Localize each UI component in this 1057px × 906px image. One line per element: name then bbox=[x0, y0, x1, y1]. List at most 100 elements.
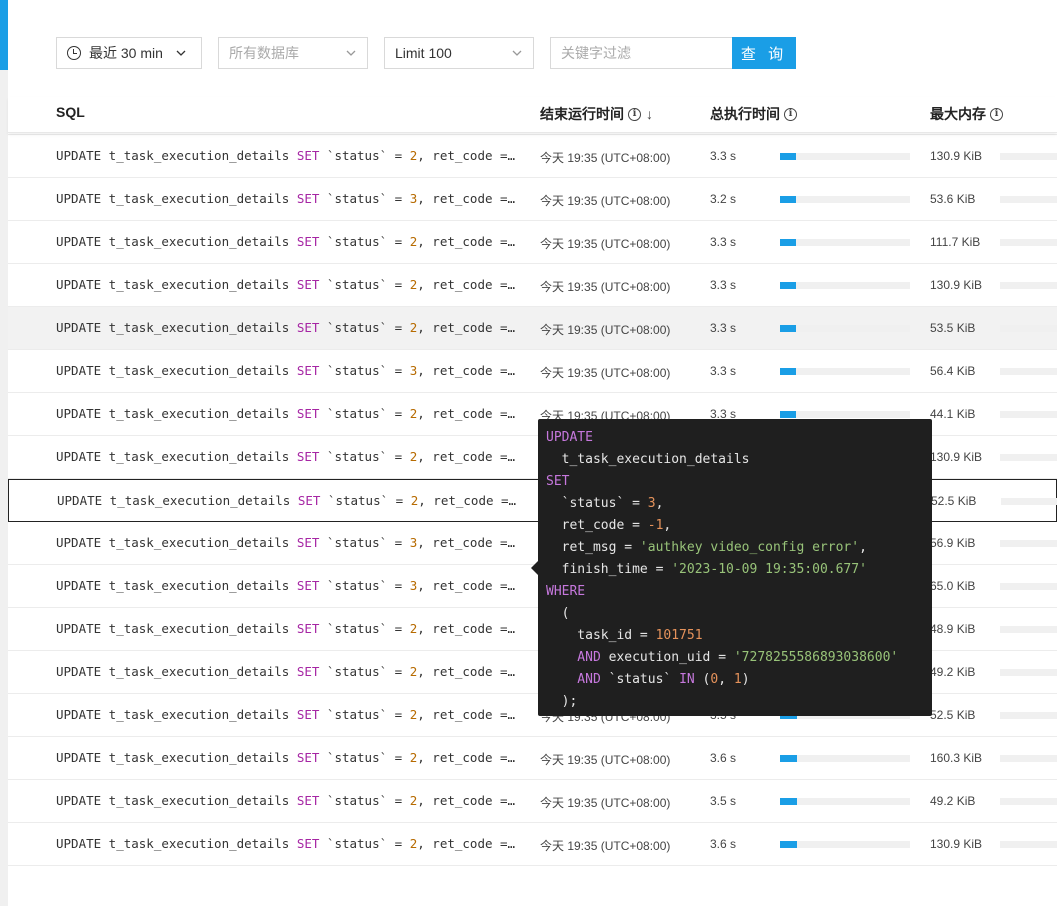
sql-text[interactable]: UPDATE t_task_execution_details SET `sta… bbox=[56, 449, 515, 464]
sql-suffix: , ret_code =… bbox=[417, 406, 516, 421]
sql-mid: `status` = bbox=[320, 493, 411, 508]
sort-descending-icon[interactable]: ↓ bbox=[646, 106, 653, 122]
sql-prefix: UPDATE t_task_execution_details bbox=[56, 793, 297, 808]
duration-bar bbox=[780, 755, 910, 762]
memory-bar bbox=[1000, 583, 1057, 590]
code-token: IN bbox=[679, 672, 695, 687]
search-button[interactable]: 查 询 bbox=[732, 37, 796, 69]
sql-text[interactable]: UPDATE t_task_execution_details SET `sta… bbox=[56, 191, 515, 206]
duration-cell: 3.6 s bbox=[710, 751, 737, 765]
sql-mid: `status` = bbox=[319, 449, 410, 464]
tooltip-code-line: AND execution_uid = '7278255586893038600… bbox=[546, 647, 932, 669]
sql-prefix: UPDATE t_task_execution_details bbox=[57, 493, 298, 508]
sql-mid: `status` = bbox=[319, 836, 410, 851]
duration-cell: 3.3 s bbox=[710, 278, 737, 292]
memory-bar bbox=[1000, 325, 1057, 332]
duration-bar bbox=[780, 239, 910, 246]
database-placeholder: 所有数据库 bbox=[229, 45, 299, 61]
table-row[interactable]: UPDATE t_task_execution_details SET `sta… bbox=[8, 221, 1057, 264]
sql-prefix: UPDATE t_task_execution_details bbox=[56, 406, 297, 421]
sql-mid: `status` = bbox=[319, 621, 410, 636]
duration-cell: 3.5 s bbox=[710, 794, 737, 808]
code-token: ); bbox=[546, 694, 578, 709]
memory-cell: 130.9 KiB bbox=[930, 149, 983, 163]
code-token: task_id = bbox=[546, 628, 656, 643]
table-row[interactable]: UPDATE t_task_execution_details SET `sta… bbox=[8, 264, 1057, 307]
memory-bar bbox=[1000, 712, 1057, 719]
sql-prefix: UPDATE t_task_execution_details bbox=[56, 363, 297, 378]
sql-suffix: , ret_code =… bbox=[417, 836, 516, 851]
code-token: ret_msg = bbox=[546, 540, 640, 555]
duration-cell: 3.3 s bbox=[710, 321, 737, 335]
tooltip-code-line: ( bbox=[546, 603, 932, 625]
memory-cell: 52.5 KiB bbox=[930, 708, 976, 722]
database-select[interactable]: 所有数据库 bbox=[218, 37, 368, 69]
code-token: WHERE bbox=[546, 584, 586, 599]
duration-bar-fill bbox=[780, 411, 796, 418]
sql-prefix: UPDATE t_task_execution_details bbox=[56, 449, 297, 464]
memory-bar bbox=[1000, 282, 1057, 289]
table-row[interactable]: UPDATE t_task_execution_details SET `sta… bbox=[8, 780, 1057, 823]
info-icon[interactable]: i bbox=[990, 107, 1003, 121]
duration-cell: 3.3 s bbox=[710, 364, 737, 378]
tooltip-code-line: UPDATE bbox=[546, 427, 932, 449]
memory-bar bbox=[1000, 540, 1057, 547]
sql-prefix: UPDATE t_task_execution_details bbox=[56, 320, 297, 335]
sql-text[interactable]: UPDATE t_task_execution_details SET `sta… bbox=[56, 836, 515, 851]
duration-bar bbox=[780, 841, 910, 848]
limit-select[interactable]: Limit 100 bbox=[384, 37, 534, 69]
sql-text[interactable]: UPDATE t_task_execution_details SET `sta… bbox=[56, 750, 515, 765]
table-row[interactable]: UPDATE t_task_execution_details SET `sta… bbox=[8, 135, 1057, 178]
tooltip-code-line: ret_msg = 'authkey video_config error', bbox=[546, 537, 932, 559]
memory-cell: 53.6 KiB bbox=[930, 192, 976, 206]
sql-suffix: , ret_code =… bbox=[417, 320, 516, 335]
sql-prefix: UPDATE t_task_execution_details bbox=[56, 277, 297, 292]
code-token: ( bbox=[694, 672, 711, 687]
sql-text[interactable]: UPDATE t_task_execution_details SET `sta… bbox=[56, 277, 515, 292]
code-token: AND bbox=[546, 650, 601, 665]
time-range-select[interactable]: 最近 30 min bbox=[56, 37, 202, 69]
info-icon[interactable]: i bbox=[784, 107, 797, 121]
sql-text[interactable]: UPDATE t_task_execution_details SET `sta… bbox=[56, 793, 515, 808]
column-header-label: 总执行时间 bbox=[710, 106, 780, 122]
sql-text[interactable]: UPDATE t_task_execution_details SET `sta… bbox=[56, 707, 515, 722]
sidebar-active-indicator bbox=[0, 0, 8, 70]
table-row[interactable]: UPDATE t_task_execution_details SET `sta… bbox=[8, 307, 1057, 350]
sql-text[interactable]: UPDATE t_task_execution_details SET `sta… bbox=[56, 234, 515, 249]
sql-text[interactable]: UPDATE t_task_execution_details SET `sta… bbox=[57, 493, 516, 508]
sql-text[interactable]: UPDATE t_task_execution_details SET `sta… bbox=[56, 535, 515, 550]
duration-bar bbox=[780, 368, 910, 375]
sql-prefix: UPDATE t_task_execution_details bbox=[56, 578, 297, 593]
memory-bar bbox=[1000, 196, 1057, 203]
table-row[interactable]: UPDATE t_task_execution_details SET `sta… bbox=[8, 350, 1057, 393]
sql-text[interactable]: UPDATE t_task_execution_details SET `sta… bbox=[56, 148, 515, 163]
memory-bar bbox=[1000, 153, 1057, 160]
sql-suffix: , ret_code =… bbox=[417, 449, 516, 464]
column-header-total-time[interactable]: 总执行时间 i bbox=[710, 104, 797, 124]
memory-cell: 49.2 KiB bbox=[930, 794, 976, 808]
table-row[interactable]: UPDATE t_task_execution_details SET `sta… bbox=[8, 823, 1057, 866]
sql-text[interactable]: UPDATE t_task_execution_details SET `sta… bbox=[56, 320, 515, 335]
sql-text[interactable]: UPDATE t_task_execution_details SET `sta… bbox=[56, 363, 515, 378]
sql-text[interactable]: UPDATE t_task_execution_details SET `sta… bbox=[56, 406, 515, 421]
sql-text[interactable]: UPDATE t_task_execution_details SET `sta… bbox=[56, 664, 515, 679]
code-token: 101751 bbox=[655, 628, 703, 643]
code-token: ( bbox=[546, 606, 570, 621]
table-row[interactable]: UPDATE t_task_execution_details SET `sta… bbox=[8, 178, 1057, 221]
duration-cell: 3.6 s bbox=[710, 837, 737, 851]
sql-mid: `status` = bbox=[319, 191, 410, 206]
end-time-cell: 今天 19:35 (UTC+08:00) bbox=[540, 753, 671, 767]
column-header-max-memory[interactable]: 最大内存 i bbox=[930, 104, 1003, 124]
sql-mid: `status` = bbox=[319, 320, 410, 335]
memory-bar bbox=[1000, 239, 1057, 246]
keyword-filter-input[interactable]: 关键字过滤 bbox=[550, 37, 734, 69]
column-header-end-time[interactable]: 结束运行时间 i ↓ bbox=[540, 104, 653, 124]
code-token: ) bbox=[741, 672, 750, 687]
end-time-cell: 今天 19:35 (UTC+08:00) bbox=[540, 280, 671, 294]
sql-text[interactable]: UPDATE t_task_execution_details SET `sta… bbox=[56, 621, 515, 636]
table-row[interactable]: UPDATE t_task_execution_details SET `sta… bbox=[8, 737, 1057, 780]
duration-bar-fill bbox=[780, 282, 796, 289]
info-icon[interactable]: i bbox=[628, 107, 641, 121]
sql-text[interactable]: UPDATE t_task_execution_details SET `sta… bbox=[56, 578, 515, 593]
sql-mid: `status` = bbox=[319, 277, 410, 292]
